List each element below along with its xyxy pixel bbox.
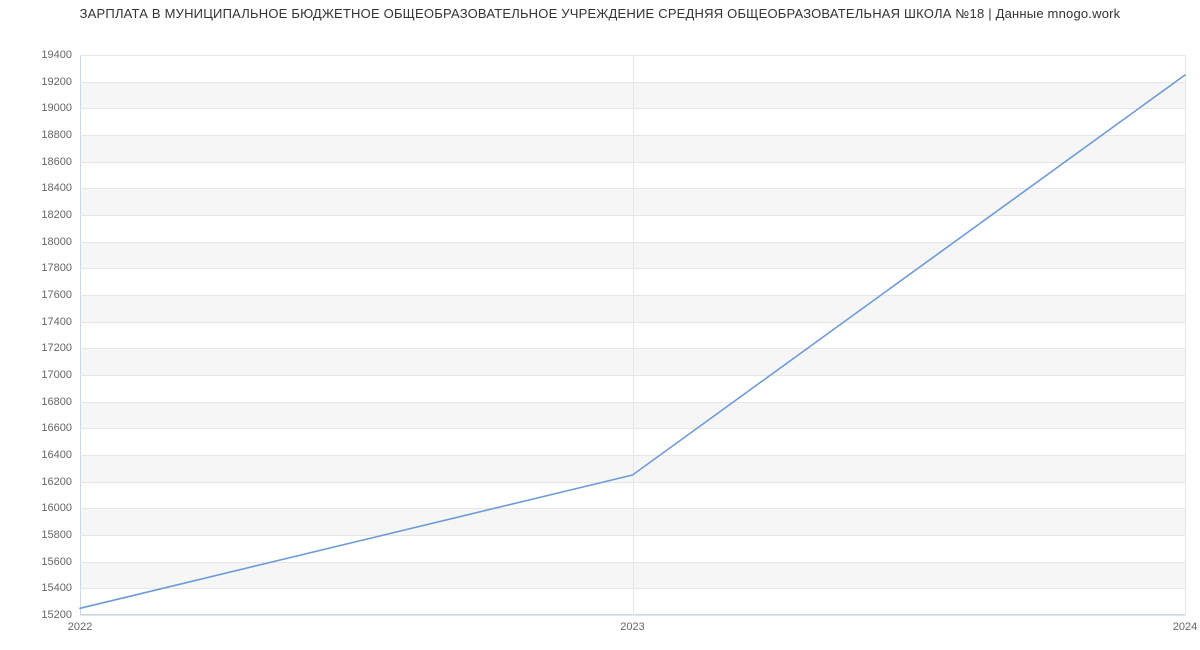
y-tick-label: 19000	[41, 102, 72, 114]
x-tick-label: 2024	[1173, 621, 1197, 633]
series-line	[80, 75, 1185, 608]
y-tick-label: 18600	[41, 156, 72, 168]
x-tick-label: 2022	[68, 621, 92, 633]
y-tick-label: 16200	[41, 476, 72, 488]
y-tick-label: 18800	[41, 129, 72, 141]
y-tick-label: 15400	[41, 582, 72, 594]
x-tick-label: 2023	[620, 621, 644, 633]
y-tick-label: 17000	[41, 369, 72, 381]
y-tick-label: 17600	[41, 289, 72, 301]
y-tick-label: 18200	[41, 209, 72, 221]
chart-container: ЗАРПЛАТА В МУНИЦИПАЛЬНОЕ БЮДЖЕТНОЕ ОБЩЕО…	[0, 0, 1200, 650]
y-tick-label: 15200	[41, 609, 72, 621]
y-tick-label: 15800	[41, 529, 72, 541]
y-tick-label: 15600	[41, 556, 72, 568]
y-tick-label: 16000	[41, 502, 72, 514]
y-tick-label: 17200	[41, 342, 72, 354]
y-tick-label: 19200	[41, 76, 72, 88]
y-grid-line	[80, 615, 1185, 616]
y-tick-label: 17400	[41, 316, 72, 328]
y-tick-label: 16600	[41, 422, 72, 434]
y-tick-label: 16400	[41, 449, 72, 461]
x-grid-line	[1185, 55, 1186, 615]
chart-title: ЗАРПЛАТА В МУНИЦИПАЛЬНОЕ БЮДЖЕТНОЕ ОБЩЕО…	[0, 6, 1200, 21]
y-tick-label: 19400	[41, 49, 72, 61]
plot-area: 1520015400156001580016000162001640016600…	[80, 55, 1185, 615]
y-tick-label: 18000	[41, 236, 72, 248]
line-layer	[80, 55, 1185, 615]
y-tick-label: 18400	[41, 182, 72, 194]
y-tick-label: 17800	[41, 262, 72, 274]
y-tick-label: 16800	[41, 396, 72, 408]
